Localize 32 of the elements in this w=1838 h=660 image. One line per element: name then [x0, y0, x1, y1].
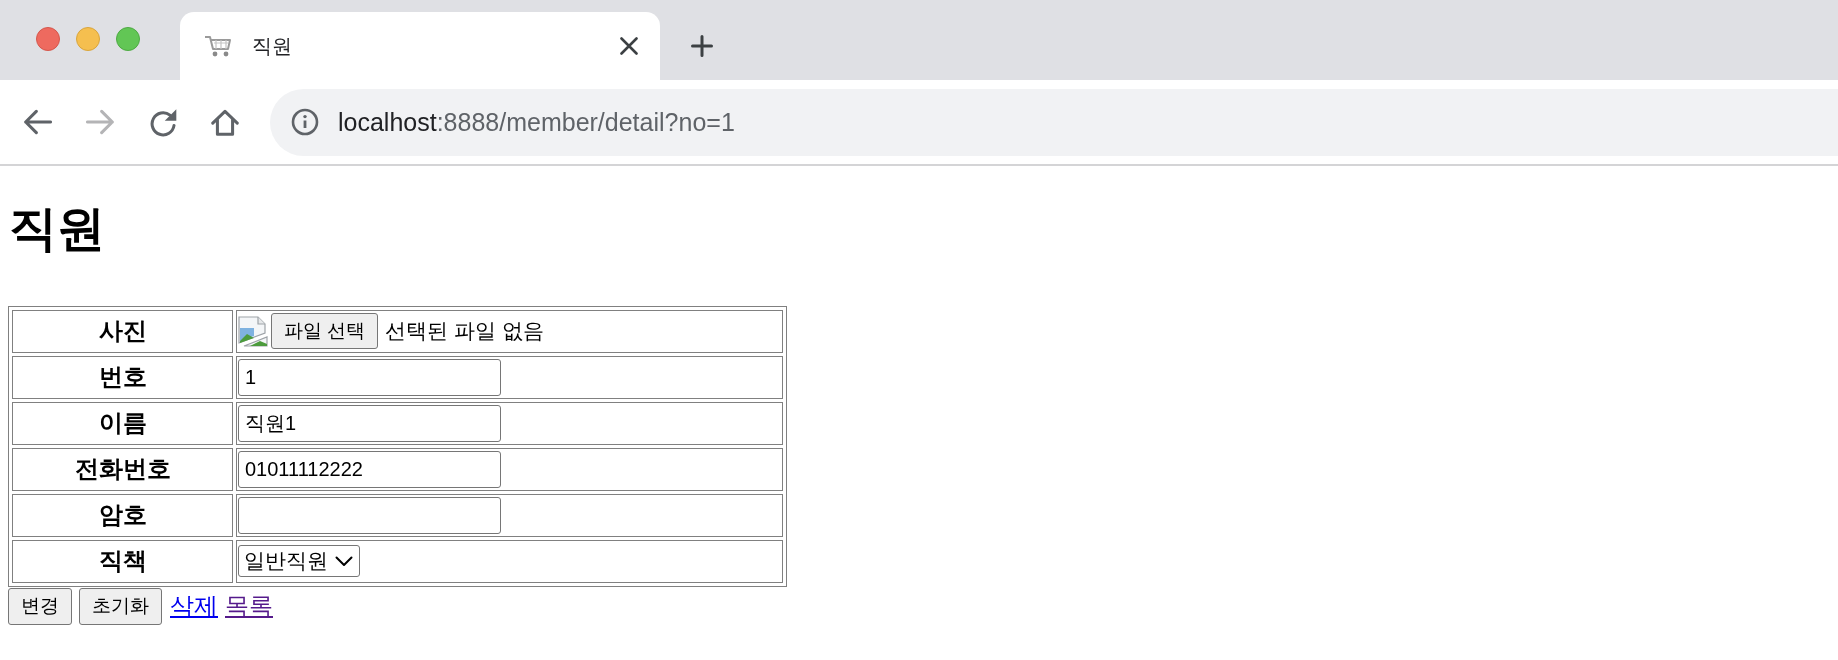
text-link[interactable]: 삭제 — [170, 590, 218, 623]
chevron-down-icon — [335, 555, 353, 567]
url-text: localhost:8888/member/detail?no=1 — [338, 107, 735, 137]
field-label: 이름 — [12, 401, 233, 445]
text-link[interactable]: 목록 — [225, 590, 273, 623]
text-input[interactable]: 01011112222 — [238, 450, 501, 488]
form-button[interactable]: 변경 — [8, 587, 72, 625]
field-label: 번호 — [12, 355, 233, 399]
password-input[interactable] — [238, 496, 501, 534]
cart-icon — [204, 35, 232, 57]
home-icon[interactable] — [211, 108, 239, 136]
info-icon[interactable] — [291, 108, 319, 136]
file-status-text: 선택된 파일 없음 — [385, 318, 544, 345]
back-arrow-icon[interactable] — [23, 109, 52, 135]
close-icon[interactable] — [620, 37, 638, 55]
field-label: 암호 — [12, 493, 233, 537]
tab-title: 직원 — [252, 33, 293, 59]
field-label: 직책 — [12, 539, 233, 583]
broken-image-icon — [238, 315, 268, 347]
reload-icon[interactable] — [149, 107, 177, 137]
form-button[interactable]: 초기화 — [79, 587, 162, 625]
select-field[interactable]: 일반직원 — [238, 545, 360, 578]
page-heading: 직원 — [9, 201, 105, 257]
text-input[interactable]: 직원1 — [238, 404, 501, 442]
text-input[interactable]: 1 — [238, 358, 501, 396]
address-bar[interactable]: localhost:8888/member/detail?no=1 — [270, 88, 1838, 156]
field-label: 사진 — [12, 309, 233, 353]
field-label: 전화번호 — [12, 447, 233, 491]
browser-tab[interactable]: 직원 — [180, 12, 660, 80]
close-window-icon[interactable] — [36, 27, 60, 51]
file-select-button[interactable]: 파일 선택 — [271, 313, 379, 350]
plus-icon[interactable] — [691, 35, 713, 57]
